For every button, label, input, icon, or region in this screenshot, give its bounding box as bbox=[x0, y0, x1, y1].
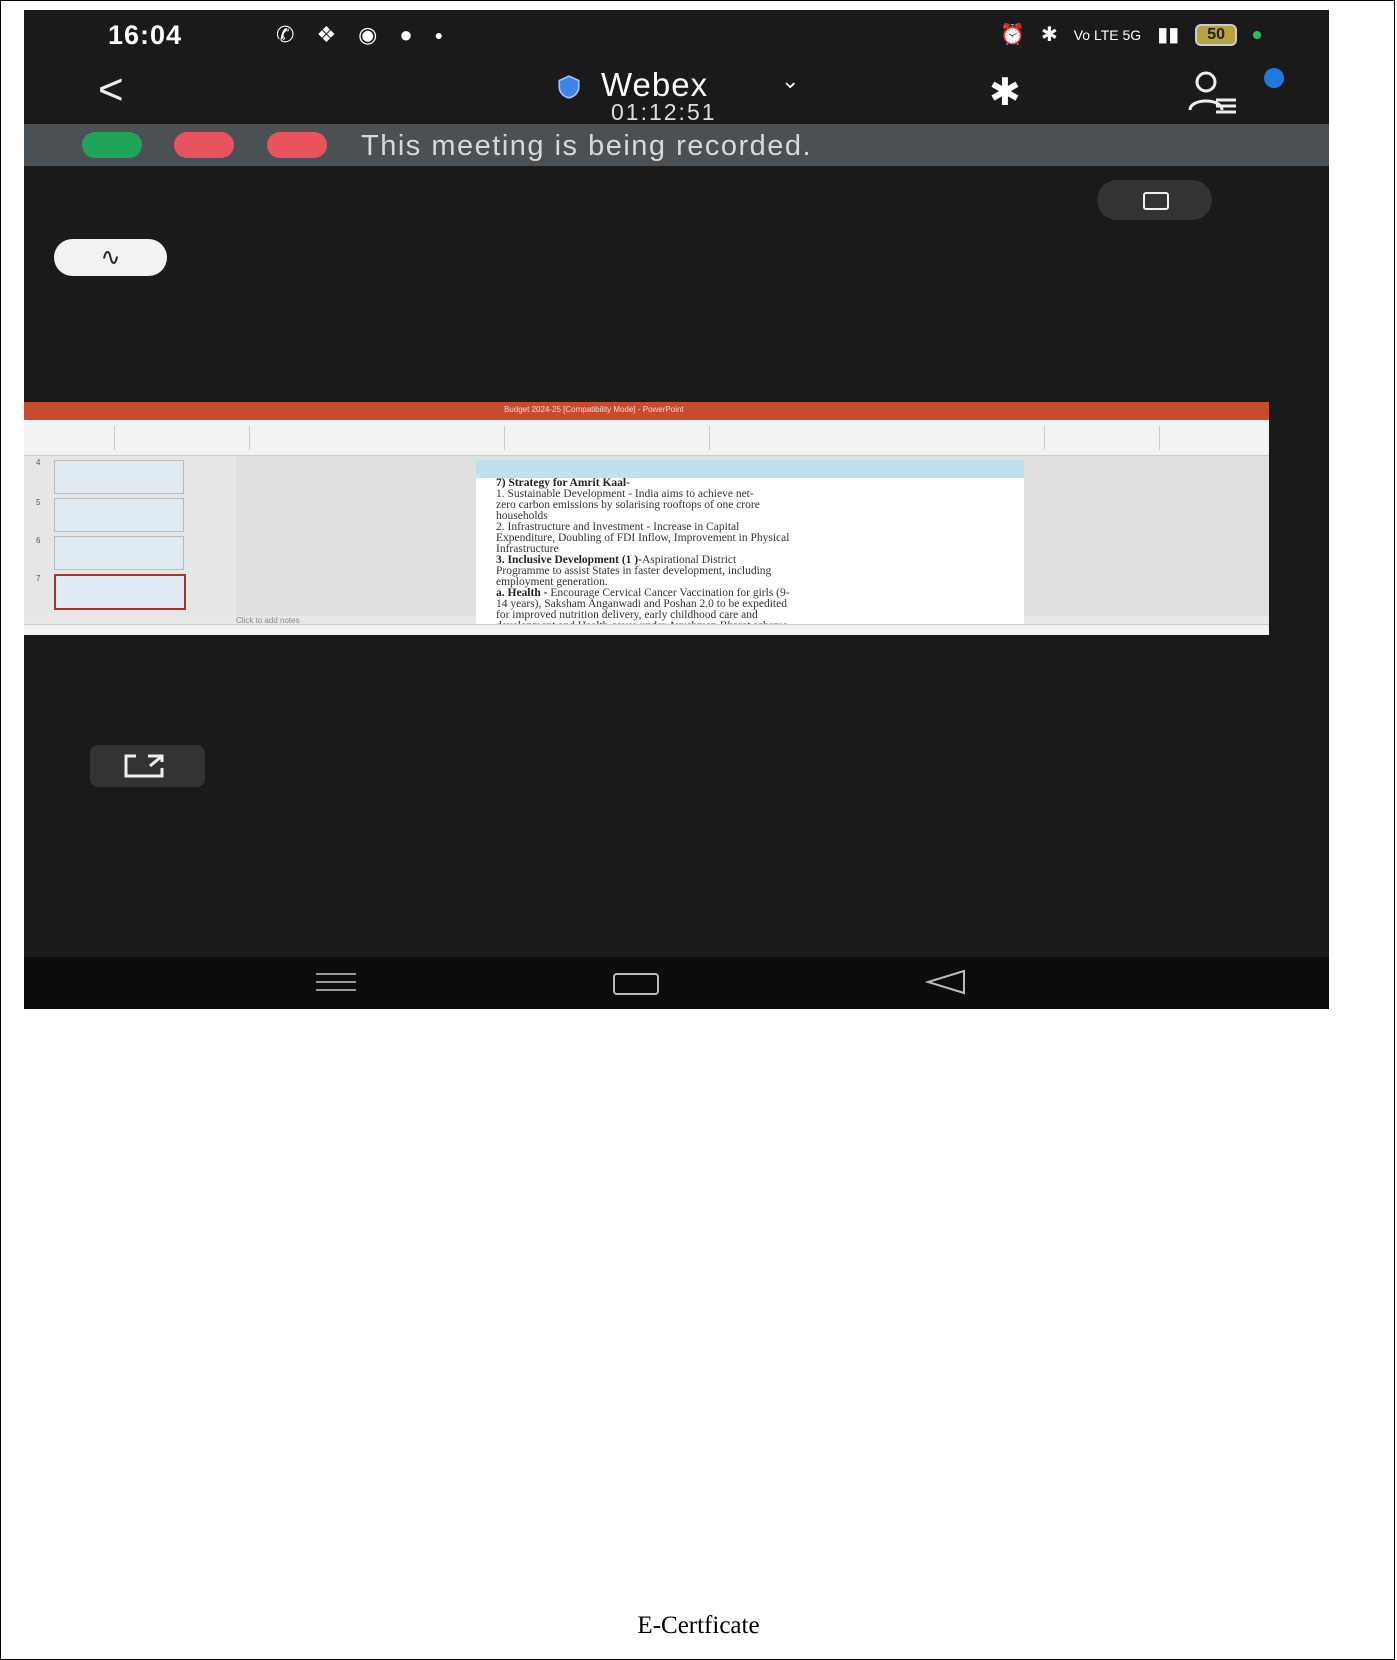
slide-thumbnail-active bbox=[54, 574, 186, 610]
bubble-icon: ◉ bbox=[358, 22, 378, 47]
slide-thumbnail bbox=[54, 536, 184, 570]
status-time: 16:04 bbox=[108, 20, 183, 50]
share-out-button[interactable] bbox=[90, 745, 205, 787]
external-share-icon bbox=[124, 754, 164, 778]
home-icon[interactable] bbox=[613, 973, 659, 995]
phone-screenshot: 16:04 ✆ ❖ ◉ ● ● ⏰ ✱ Vo LTE 5G ▮▮ 50 < We… bbox=[24, 10, 1329, 1009]
slide-number: 7 bbox=[36, 574, 41, 583]
slide-number: 4 bbox=[36, 458, 41, 467]
chevron-down-icon: ⌄ bbox=[781, 68, 800, 93]
window-icon bbox=[1143, 192, 1169, 210]
battery-icon: 50 bbox=[1195, 23, 1237, 46]
powerpoint-statusbar bbox=[24, 624, 1269, 635]
powerpoint-titlebar: Budget 2024-25 [Compatibility Mode] - Po… bbox=[24, 402, 1269, 420]
notification-badge bbox=[1264, 68, 1284, 88]
recent-apps-icon[interactable] bbox=[314, 971, 358, 993]
ribbon-group-font bbox=[254, 426, 505, 450]
facebook-icon: ● bbox=[399, 22, 413, 47]
bluetooth-audio-button[interactable]: ✱ bbox=[989, 70, 1021, 115]
alarm-icon: ⏰ bbox=[1000, 24, 1025, 46]
back-button[interactable]: < bbox=[98, 68, 124, 112]
whatsapp-icon: ✆ bbox=[276, 22, 295, 47]
nav-back-icon[interactable] bbox=[924, 969, 968, 995]
meeting-timer: 01:12:51 bbox=[611, 99, 717, 125]
slide: 7) Strategy for Amrit Kaal- 1. Sustainabl… bbox=[476, 460, 1024, 628]
location-icon: ❖ bbox=[316, 22, 337, 47]
signal-strength-icon[interactable] bbox=[82, 132, 142, 158]
app-header: < Webex ⌄ 01:12:51 ✱ bbox=[24, 60, 1329, 130]
slide-thumbnail bbox=[54, 498, 184, 532]
slide-canvas: 7) Strategy for Amrit Kaal- 1. Sustainabl… bbox=[236, 456, 1269, 628]
squiggle-icon: ∿ bbox=[100, 244, 121, 271]
dot-icon: ● bbox=[434, 27, 444, 43]
powerpoint-ribbon bbox=[24, 420, 1269, 456]
powerpoint-title: Budget 2024-25 [Compatibility Mode] - Po… bbox=[504, 405, 684, 414]
ribbon-group-clipboard bbox=[34, 426, 115, 450]
ribbon-group-slides bbox=[119, 426, 250, 450]
recording-banner: This meeting is being recorded. bbox=[24, 124, 1329, 166]
ribbon-group-paragraph bbox=[509, 426, 710, 450]
footer-caption: E-Certficate bbox=[637, 1612, 760, 1639]
bluetooth-status-icon: ✱ bbox=[1040, 24, 1058, 46]
muted-mic-icon[interactable] bbox=[174, 132, 234, 158]
slide-text-line: Expenditure, Doubling of FDI Inflow, Imp… bbox=[496, 532, 790, 544]
slide-number: 6 bbox=[36, 536, 41, 545]
recording-text: This meeting is being recorded. bbox=[361, 130, 813, 162]
shield-icon bbox=[558, 75, 580, 99]
slide-thumbnails: 4 5 6 7 bbox=[24, 456, 234, 616]
ribbon-group-editing bbox=[1049, 426, 1160, 450]
annotate-button[interactable]: ∿ bbox=[54, 239, 167, 276]
system-icons: ⏰ ✱ Vo LTE 5G ▮▮ 50 bbox=[1000, 22, 1261, 47]
charging-dot bbox=[1253, 30, 1261, 39]
slide-thumbnail bbox=[54, 460, 184, 494]
participants-icon[interactable] bbox=[1186, 68, 1238, 114]
network-icon: Vo LTE 5G bbox=[1073, 26, 1142, 43]
notification-icons: ✆ ❖ ◉ ● ● bbox=[276, 22, 443, 48]
shared-screen[interactable]: Budget 2024-25 [Compatibility Mode] - Po… bbox=[24, 402, 1269, 635]
signal-icon: ▮▮ bbox=[1157, 24, 1180, 46]
slide-number: 5 bbox=[36, 498, 41, 507]
slide-text-line: zero carbon emissions by solarising roof… bbox=[496, 499, 760, 511]
layout-toggle-button[interactable] bbox=[1097, 180, 1212, 220]
ribbon-group-drawing bbox=[714, 426, 1045, 450]
android-nav-bar bbox=[24, 957, 1329, 1009]
status-bar: 16:04 ✆ ❖ ◉ ● ● ⏰ ✱ Vo LTE 5G ▮▮ 50 bbox=[24, 10, 1329, 60]
recording-icon[interactable] bbox=[267, 132, 327, 158]
